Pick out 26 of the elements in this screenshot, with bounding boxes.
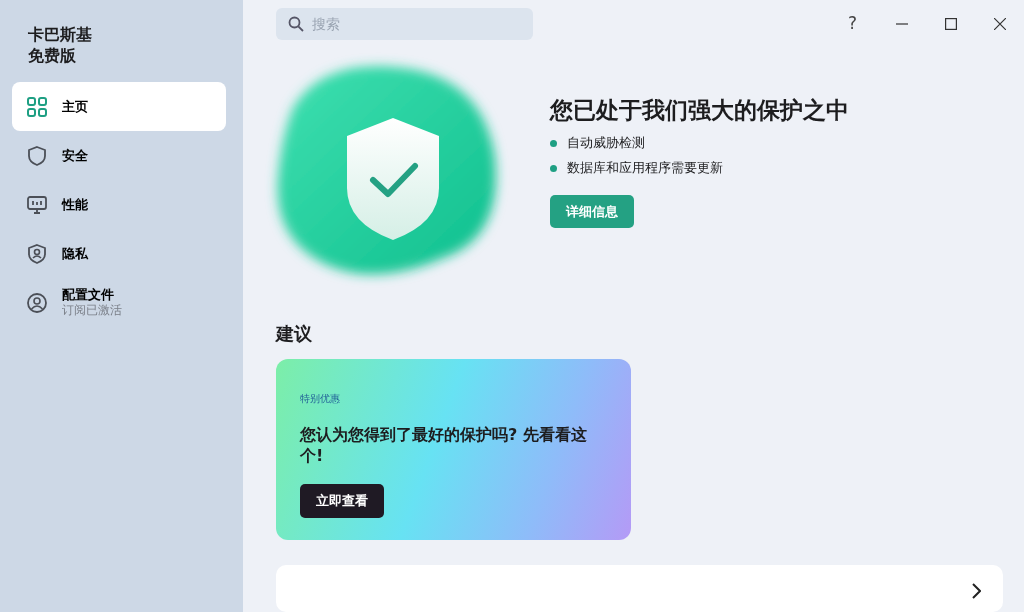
monitor-icon	[26, 193, 48, 216]
bullet-text: 自动威胁检测	[567, 134, 645, 153]
help-button[interactable]: ?	[842, 10, 863, 38]
sidebar-item[interactable]: 隐私	[12, 229, 226, 278]
sidebar-item[interactable]: 安全	[12, 131, 226, 180]
shield-user-icon	[26, 242, 48, 265]
status-title: 您已处于我们强大的保护之中	[550, 96, 849, 125]
user-icon	[26, 291, 48, 314]
section-heading: 建议	[276, 322, 312, 346]
bullet-text: 数据库和应用程序需要更新	[567, 159, 723, 178]
sidebar-item[interactable]: 主页	[12, 82, 226, 131]
offer-title: 您认为您得到了最好的保护吗? 先看看这个!	[300, 424, 588, 466]
app-title: 免费版	[28, 45, 77, 66]
app-title: 卡巴斯基	[28, 24, 92, 45]
search-field[interactable]: 搜索	[276, 8, 533, 40]
offer-tag: 特别优惠	[300, 393, 340, 404]
shield-icon	[26, 144, 48, 167]
bullet-icon	[550, 139, 557, 147]
maximize-icon[interactable]	[944, 18, 957, 30]
view-now-button[interactable]: 立即查看	[300, 484, 384, 518]
sidebar-item[interactable]: 性能	[12, 180, 226, 229]
close-icon[interactable]	[993, 18, 1006, 30]
grid-icon	[26, 95, 48, 118]
chevron-icon[interactable]	[971, 583, 981, 599]
sidebar-item[interactable]: 配置文件 订阅已激活	[12, 278, 226, 327]
bullet-icon	[550, 164, 557, 172]
